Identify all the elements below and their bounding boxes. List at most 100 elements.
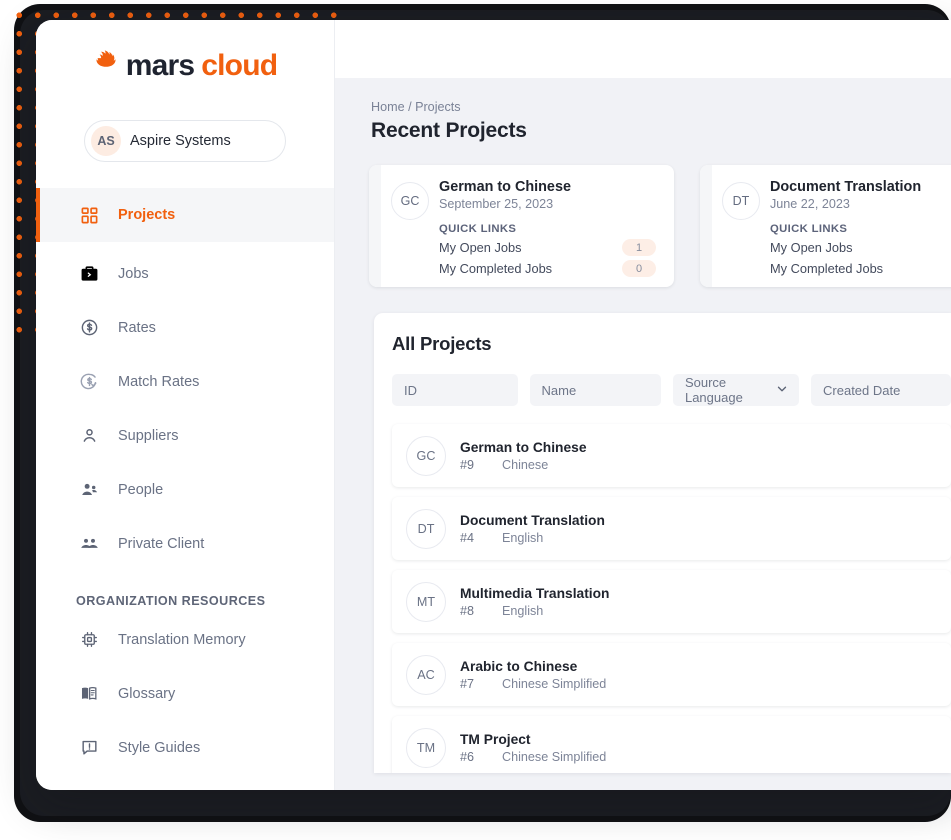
sidebar-item-jobs[interactable]: Jobs — [36, 251, 334, 296]
project-name: Arabic to Chinese — [460, 658, 578, 674]
card-date: June 22, 2023 — [770, 197, 850, 211]
project-language: Chinese Simplified — [502, 676, 607, 691]
card-accent-stripe — [700, 165, 712, 287]
table-row[interactable]: MT Multimedia Translation #8 English — [392, 570, 951, 633]
card-date: September 25, 2023 — [439, 197, 554, 211]
sidebar-item-private-client[interactable]: Private Client — [36, 521, 334, 566]
sidebar-item-label: Projects — [118, 207, 176, 223]
sidebar-item-rates[interactable]: Rates — [36, 305, 334, 350]
filter-placeholder: Name — [541, 382, 577, 398]
sidebar-item-match-rates[interactable]: Match Rates — [36, 359, 334, 404]
org-name: Aspire Systems — [130, 133, 231, 149]
briefcase-icon — [80, 264, 99, 283]
sidebar-item-style-guides[interactable]: Style Guides — [36, 725, 334, 770]
chip-icon — [80, 630, 99, 649]
card-title: Document Translation — [770, 179, 922, 195]
projects-list: GC German to Chinese #9 Chinese DT Docum… — [374, 424, 951, 773]
table-row[interactable]: TM TM Project #6 Chinese Simplified — [392, 716, 951, 773]
avatar: DT — [406, 508, 446, 549]
filter-placeholder: ID — [404, 382, 417, 398]
top-bar — [335, 20, 951, 78]
quick-link-label: My Open Jobs — [770, 240, 853, 255]
project-id: #8 — [460, 603, 475, 618]
sidebar-item-glossary[interactable]: Glossary — [36, 671, 334, 716]
project-name: TM Project — [460, 731, 531, 747]
all-projects-panel: All Projects ID Name Source Language Cre… — [374, 313, 951, 773]
table-row[interactable]: AC Arabic to Chinese #7 Chinese Simplifi… — [392, 643, 951, 706]
filter-placeholder: Source Language — [684, 375, 743, 405]
status-badge: 0 — [622, 260, 656, 277]
quick-links-label: QUICK LINKS — [770, 223, 848, 235]
brand-name-accent: cloud — [201, 49, 278, 82]
group-icon — [80, 534, 99, 553]
chevron-down-icon[interactable] — [775, 382, 789, 399]
breadcrumb[interactable]: Home / Projects — [371, 100, 951, 114]
project-language: Chinese Simplified — [502, 749, 607, 764]
quick-link-row[interactable]: My Completed Jobs 0 — [439, 260, 660, 277]
filter-placeholder: Created Date — [823, 382, 901, 398]
source-language-filter-select[interactable]: Source Language — [672, 374, 800, 406]
main-content: Home / Projects Recent Projects GC Germa… — [335, 20, 951, 790]
sidebar-item-label: Jobs — [118, 265, 149, 282]
quick-link-label: My Open Jobs — [439, 240, 522, 255]
sidebar-item-people[interactable]: People — [36, 467, 334, 512]
project-id: #7 — [460, 676, 475, 691]
sidebar-item-suppliers[interactable]: Suppliers — [36, 413, 334, 458]
org-selector[interactable]: AS Aspire Systems — [84, 120, 286, 162]
brand-logo[interactable]: mars cloud — [36, 20, 334, 98]
avatar: GC — [406, 435, 446, 476]
table-row[interactable]: DT Document Translation #4 English — [392, 497, 951, 560]
speech-alert-icon — [80, 738, 99, 757]
card-accent-stripe — [369, 165, 381, 287]
avatar: AC — [406, 654, 446, 695]
sidebar-item-label: Glossary — [118, 685, 176, 702]
quick-link-label: My Completed Jobs — [770, 261, 884, 276]
brand-name-primary: mars — [125, 49, 195, 82]
sidebar-item-label: People — [118, 481, 164, 498]
project-name: Document Translation — [460, 512, 605, 528]
avatar: MT — [406, 581, 446, 622]
project-id: #9 — [460, 457, 475, 472]
flame-icon — [93, 49, 119, 83]
quick-link-row[interactable]: My Open Jobs 1 — [439, 239, 660, 256]
app-window: mars cloud AS Aspire Systems Projects Jo… — [36, 20, 951, 790]
chevron-down-icon[interactable] — [257, 133, 273, 149]
quick-link-label: My Completed Jobs — [439, 261, 553, 276]
sidebar-item-label: Translation Memory — [118, 631, 246, 648]
name-filter-input[interactable]: Name — [529, 374, 661, 406]
screenshot-stage: mars cloud AS Aspire Systems Projects Jo… — [0, 0, 951, 840]
project-language: English — [502, 530, 544, 545]
sidebar-item-label: Match Rates — [118, 373, 200, 390]
table-row[interactable]: GC German to Chinese #9 Chinese — [392, 424, 951, 487]
panel-title: All Projects — [392, 333, 492, 354]
book-icon — [80, 684, 99, 703]
sidebar-item-label: Style Guides — [118, 739, 201, 756]
project-name: Multimedia Translation — [460, 585, 610, 601]
recent-project-card[interactable]: GC German to Chinese September 25, 2023 … — [369, 165, 674, 287]
page-title: Recent Projects — [371, 119, 527, 142]
avatar: GC — [391, 182, 429, 220]
quick-link-row[interactable]: My Open Jobs — [770, 239, 951, 256]
quick-link-row[interactable]: My Completed Jobs — [770, 260, 951, 277]
sidebar-item-translation-memory[interactable]: Translation Memory — [36, 617, 334, 662]
avatar: DT — [722, 182, 760, 220]
status-badge: 1 — [622, 239, 656, 256]
sidebar-item-projects[interactable]: Projects — [36, 188, 334, 242]
sidebar-item-label: Private Client — [118, 535, 205, 552]
people-icon — [80, 480, 99, 499]
project-language: English — [502, 603, 544, 618]
filter-bar: ID Name Source Language Created Date — [392, 374, 951, 406]
recent-project-card[interactable]: DT Document Translation June 22, 2023 QU… — [700, 165, 951, 287]
card-title: German to Chinese — [439, 179, 571, 195]
sidebar-section-title: ORGANIZATION RESOURCES — [76, 594, 266, 608]
created-date-filter-input[interactable]: Created Date — [811, 374, 951, 406]
sidebar-item-label: Suppliers — [118, 427, 179, 444]
sidebar: mars cloud AS Aspire Systems Projects Jo… — [36, 20, 335, 790]
sidebar-nav: Projects Jobs Rates Match Rates Supplier… — [36, 188, 334, 770]
quick-links-label: QUICK LINKS — [439, 223, 517, 235]
id-filter-input[interactable]: ID — [392, 374, 518, 406]
project-id: #4 — [460, 530, 475, 545]
project-id: #6 — [460, 749, 475, 764]
org-avatar: AS — [91, 126, 121, 156]
avatar: TM — [406, 727, 446, 768]
